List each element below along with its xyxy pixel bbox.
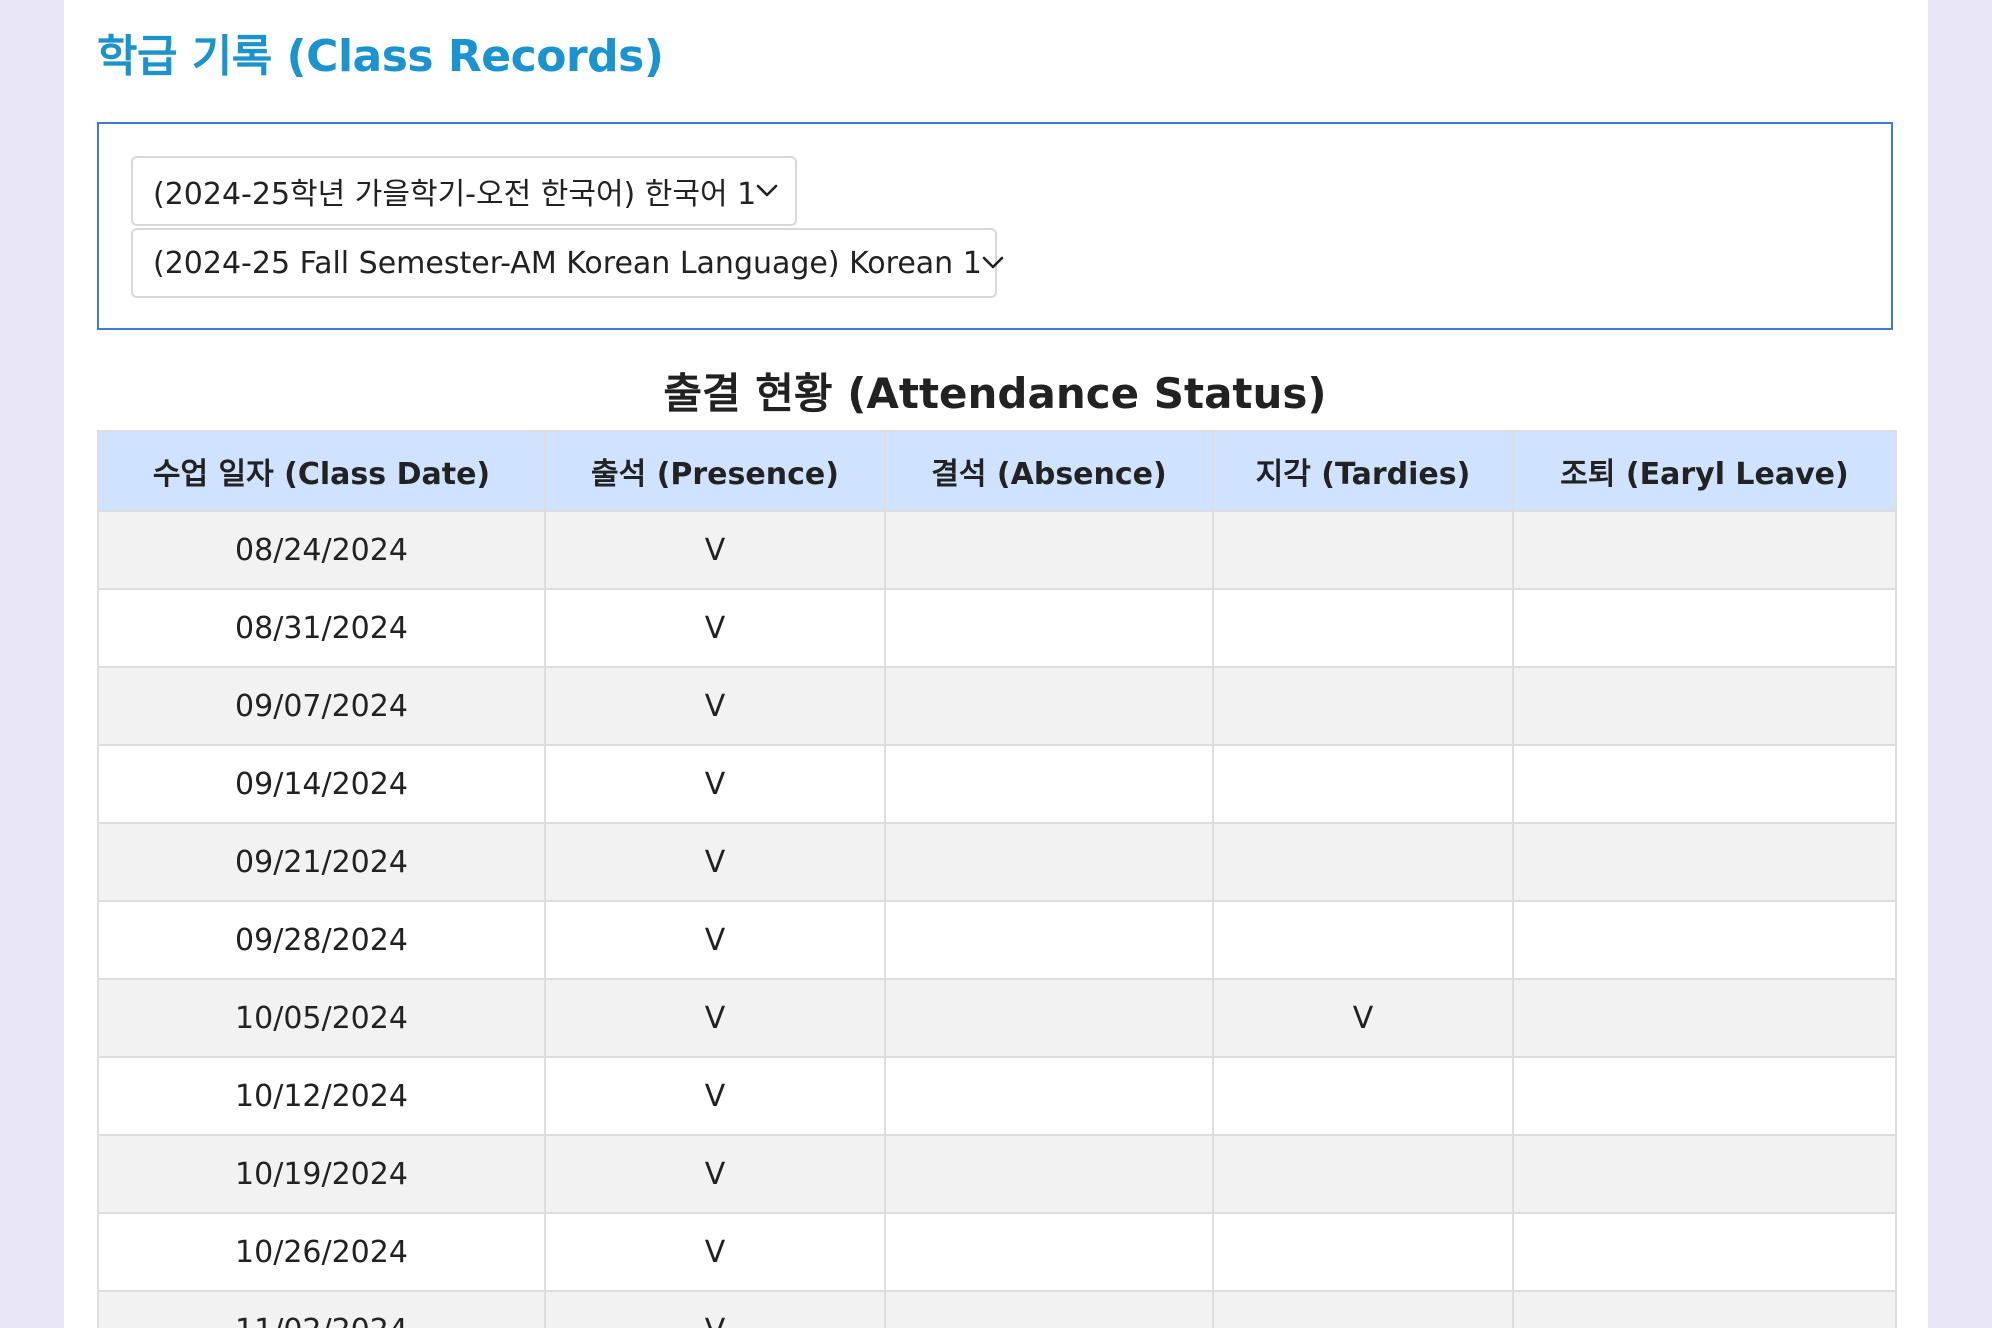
cell-tardy bbox=[1212, 1134, 1514, 1214]
cell-early-leave bbox=[1512, 1290, 1897, 1328]
cell-absence bbox=[884, 1212, 1214, 1292]
table-row: 10/26/2024 V bbox=[97, 1212, 1897, 1292]
cell-absence bbox=[884, 666, 1214, 746]
cell-early-leave bbox=[1512, 900, 1897, 980]
cell-presence: V bbox=[544, 744, 886, 824]
column-header-class-date: 수업 일자 (Class Date) bbox=[97, 430, 546, 512]
cell-class-date: 10/26/2024 bbox=[97, 1212, 546, 1292]
cell-presence: V bbox=[544, 1212, 886, 1292]
table-row: 10/12/2024 V bbox=[97, 1056, 1897, 1136]
attendance-table: 수업 일자 (Class Date) 출석 (Presence) 결석 (Abs… bbox=[97, 430, 1897, 1328]
cell-absence bbox=[884, 1056, 1214, 1136]
class-select-korean-value: (2024-25학년 가을학기-오전 한국어) 한국어 1 bbox=[153, 177, 757, 212]
class-select-korean[interactable]: (2024-25학년 가을학기-오전 한국어) 한국어 1 bbox=[131, 156, 797, 226]
cell-class-date: 09/28/2024 bbox=[97, 900, 546, 980]
cell-tardy bbox=[1212, 666, 1514, 746]
table-row: 11/02/2024 V bbox=[97, 1290, 1897, 1328]
cell-early-leave bbox=[1512, 666, 1897, 746]
cell-tardy bbox=[1212, 744, 1514, 824]
page-title: 학급 기록 (Class Records) bbox=[97, 31, 664, 82]
cell-absence bbox=[884, 588, 1214, 668]
cell-class-date: 08/24/2024 bbox=[97, 510, 546, 590]
cell-class-date: 10/19/2024 bbox=[97, 1134, 546, 1214]
cell-presence: V bbox=[544, 1134, 886, 1214]
cell-early-leave bbox=[1512, 822, 1897, 902]
cell-presence: V bbox=[544, 900, 886, 980]
column-header-early-leave: 조퇴 (Earyl Leave) bbox=[1512, 430, 1897, 512]
cell-presence: V bbox=[544, 510, 886, 590]
cell-tardy bbox=[1212, 510, 1514, 590]
cell-early-leave bbox=[1512, 510, 1897, 590]
cell-class-date: 09/14/2024 bbox=[97, 744, 546, 824]
cell-class-date: 10/12/2024 bbox=[97, 1056, 546, 1136]
cell-absence bbox=[884, 1134, 1214, 1214]
table-row: 08/31/2024 V bbox=[97, 588, 1897, 668]
cell-absence bbox=[884, 744, 1214, 824]
cell-early-leave bbox=[1512, 1056, 1897, 1136]
chevron-down-icon bbox=[756, 178, 778, 204]
cell-tardy bbox=[1212, 1290, 1514, 1328]
cell-absence bbox=[884, 900, 1214, 980]
table-row: 09/07/2024 V bbox=[97, 666, 1897, 746]
page-container: 학급 기록 (Class Records) (2024-25학년 가을학기-오전… bbox=[64, 0, 1928, 1328]
attendance-title: 출결 현황 (Attendance Status) bbox=[663, 369, 1327, 418]
cell-class-date: 11/02/2024 bbox=[97, 1290, 546, 1328]
cell-early-leave bbox=[1512, 744, 1897, 824]
cell-early-leave bbox=[1512, 978, 1897, 1058]
cell-class-date: 10/05/2024 bbox=[97, 978, 546, 1058]
table-header-row: 수업 일자 (Class Date) 출석 (Presence) 결석 (Abs… bbox=[97, 430, 1897, 512]
cell-presence: V bbox=[544, 1290, 886, 1328]
cell-presence: V bbox=[544, 978, 886, 1058]
column-header-absence: 결석 (Absence) bbox=[884, 430, 1214, 512]
cell-absence bbox=[884, 978, 1214, 1058]
cell-absence bbox=[884, 1290, 1214, 1328]
table-row: 09/14/2024 V bbox=[97, 744, 1897, 824]
class-select-english-value: (2024-25 Fall Semester-AM Korean Languag… bbox=[153, 245, 982, 281]
class-filter-panel: (2024-25학년 가을학기-오전 한국어) 한국어 1 (2024-25 F… bbox=[97, 122, 1893, 330]
table-row: 10/05/2024 V V bbox=[97, 978, 1897, 1058]
table-row: 10/19/2024 V bbox=[97, 1134, 1897, 1214]
cell-early-leave bbox=[1512, 588, 1897, 668]
cell-presence: V bbox=[544, 588, 886, 668]
cell-presence: V bbox=[544, 666, 886, 746]
column-header-presence: 출석 (Presence) bbox=[544, 430, 886, 512]
cell-absence bbox=[884, 822, 1214, 902]
chevron-down-icon bbox=[982, 250, 1004, 276]
cell-early-leave bbox=[1512, 1134, 1897, 1214]
cell-presence: V bbox=[544, 1056, 886, 1136]
cell-tardy bbox=[1212, 588, 1514, 668]
cell-tardy bbox=[1212, 900, 1514, 980]
cell-class-date: 09/07/2024 bbox=[97, 666, 546, 746]
table-row: 09/21/2024 V bbox=[97, 822, 1897, 902]
table-row: 09/28/2024 V bbox=[97, 900, 1897, 980]
cell-absence bbox=[884, 510, 1214, 590]
cell-early-leave bbox=[1512, 1212, 1897, 1292]
cell-class-date: 09/21/2024 bbox=[97, 822, 546, 902]
column-header-tardies: 지각 (Tardies) bbox=[1212, 430, 1514, 512]
cell-tardy bbox=[1212, 1212, 1514, 1292]
table-row: 08/24/2024 V bbox=[97, 510, 1897, 590]
cell-class-date: 08/31/2024 bbox=[97, 588, 546, 668]
cell-tardy bbox=[1212, 822, 1514, 902]
cell-tardy bbox=[1212, 1056, 1514, 1136]
cell-presence: V bbox=[544, 822, 886, 902]
cell-tardy: V bbox=[1212, 978, 1514, 1058]
class-select-english[interactable]: (2024-25 Fall Semester-AM Korean Languag… bbox=[131, 228, 1004, 298]
